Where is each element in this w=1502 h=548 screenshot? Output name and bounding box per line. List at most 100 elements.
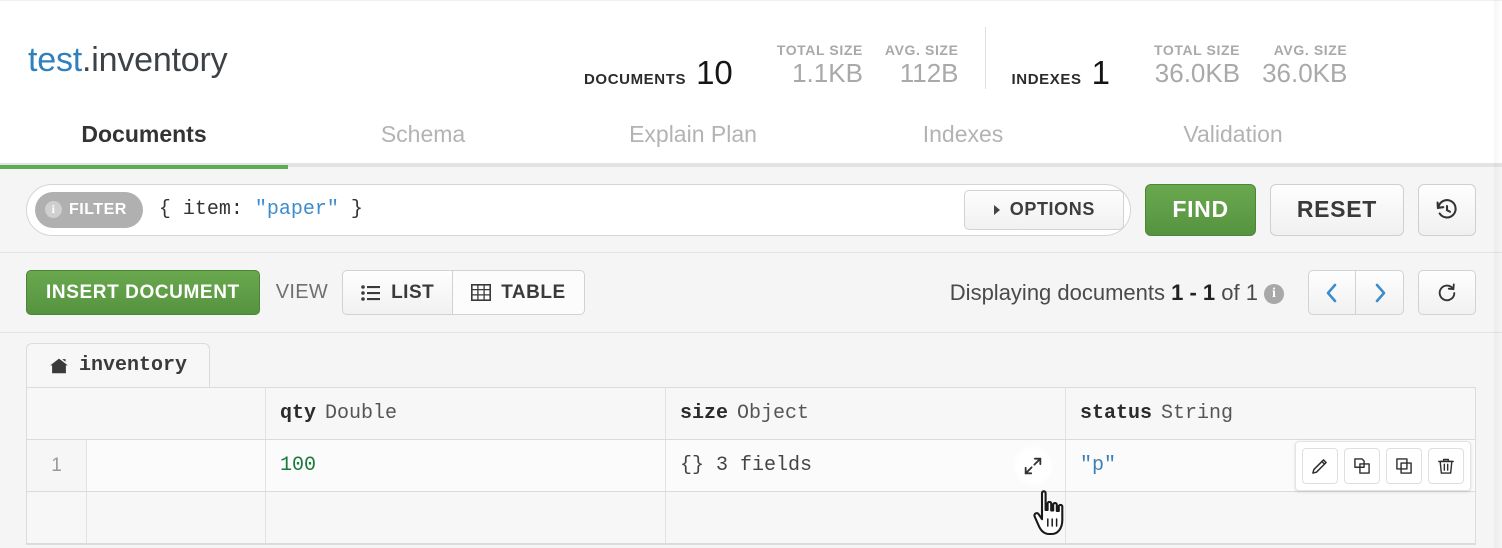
grid-header-qty-type: Double xyxy=(325,402,397,425)
info-icon: i xyxy=(45,201,62,218)
delete-document-button[interactable] xyxy=(1428,448,1464,484)
tab-documents[interactable]: Documents xyxy=(0,103,288,165)
grid-header-status-type: String xyxy=(1161,402,1233,425)
insert-document-label: INSERT DOCUMENT xyxy=(46,282,240,304)
collection-tab-label: inventory xyxy=(79,354,187,377)
grid-header-qty-name: qty xyxy=(280,402,316,425)
documents-total-size-label: TOTAL SIZE xyxy=(777,41,863,59)
empty-row-index xyxy=(27,492,87,543)
indexes-total-size: TOTAL SIZE 36.0KB xyxy=(1154,41,1240,89)
clone-icon xyxy=(1352,456,1372,476)
stats-divider xyxy=(985,27,986,89)
reset-button[interactable]: RESET xyxy=(1270,184,1404,236)
tab-schema[interactable]: Schema xyxy=(288,103,558,165)
expand-document-button[interactable] xyxy=(1013,446,1053,486)
history-icon xyxy=(1434,197,1460,223)
indexes-avg-size: AVG. SIZE 36.0KB xyxy=(1262,41,1347,89)
grid-header-blank xyxy=(27,388,266,439)
document-table-area: inventory qty Double sizeObject status Str… xyxy=(0,333,1502,545)
database-name: test xyxy=(28,41,82,79)
filter-input[interactable]: { item: "paper" } xyxy=(159,198,965,221)
collection-header: test.inventory DOCUMENTS 10 TOTAL SIZE 1… xyxy=(0,0,1502,105)
view-list-button[interactable]: LIST xyxy=(342,270,453,315)
chevron-left-icon xyxy=(1324,281,1340,305)
documents-info-icon[interactable]: i xyxy=(1264,284,1284,304)
tab-validation[interactable]: Validation xyxy=(1098,103,1368,165)
filter-input-container[interactable]: i FILTER { item: "paper" } OPTIONS xyxy=(26,184,1131,236)
indexes-count: INDEXES 1 xyxy=(1012,56,1110,89)
grid-header-row: qty Double sizeObject status String xyxy=(27,388,1475,440)
row-cell-qty-value: 100 xyxy=(280,454,316,477)
grid-header-size[interactable]: sizeObject xyxy=(666,388,1066,439)
list-icon xyxy=(361,285,381,301)
previous-page-button[interactable] xyxy=(1308,270,1356,315)
namespace-title: test.inventory xyxy=(28,41,227,80)
query-history-button[interactable] xyxy=(1418,184,1476,236)
empty-row-cell-3 xyxy=(666,492,1066,543)
row-cell-qty[interactable]: 100 xyxy=(266,440,666,491)
home-icon xyxy=(49,357,69,375)
grid-header-qty[interactable]: qty Double xyxy=(266,388,666,439)
indexes-avg-size-label: AVG. SIZE xyxy=(1262,41,1347,59)
table-row[interactable]: 1 100 {} 3 fields "p" xyxy=(27,440,1475,492)
documents-avg-size: AVG. SIZE 112B xyxy=(885,41,959,89)
row-cell-size[interactable]: {} 3 fields xyxy=(666,440,1066,491)
documents-avg-size-value: 112B xyxy=(885,59,959,89)
documents-toolbar: INSERT DOCUMENT VIEW LIST xyxy=(0,253,1502,333)
view-switcher: LIST TABLE xyxy=(342,270,585,315)
empty-row-cell-4 xyxy=(1066,492,1469,543)
empty-row-cell-1 xyxy=(87,492,266,543)
grid-header-status-name: status xyxy=(1080,402,1152,425)
row-cell-size-value: {} 3 fields xyxy=(680,454,812,477)
tab-explain-plan[interactable]: Explain Plan xyxy=(558,103,828,165)
collection-stats: DOCUMENTS 10 TOTAL SIZE 1.1KB AVG. SIZE … xyxy=(584,27,1347,89)
clone-document-button[interactable] xyxy=(1344,448,1380,484)
options-button[interactable]: OPTIONS xyxy=(964,190,1124,230)
view-list-label: LIST xyxy=(391,282,434,304)
reset-label: RESET xyxy=(1297,196,1377,223)
documents-avg-size-label: AVG. SIZE xyxy=(885,41,959,59)
tab-explain-plan-label: Explain Plan xyxy=(629,121,757,148)
collection-tabs: Documents Schema Explain Plan Indexes Va… xyxy=(0,105,1502,167)
filter-badge-label: FILTER xyxy=(69,201,127,219)
view-table-label: TABLE xyxy=(501,282,565,304)
row-cell-status-value: "p" xyxy=(1080,454,1116,477)
view-table-button[interactable]: TABLE xyxy=(453,270,584,315)
filter-value-string: "paper" xyxy=(255,198,339,221)
pagination-area: Displaying documents 1 - 1 of 1i xyxy=(950,270,1476,315)
documents-count: DOCUMENTS 10 xyxy=(584,56,733,89)
collection-tab-inventory[interactable]: inventory xyxy=(26,343,210,387)
filter-value-open: { item: xyxy=(159,198,255,221)
grid-header-size-type: Object xyxy=(737,402,809,425)
pager xyxy=(1308,270,1404,315)
edit-icon xyxy=(1310,456,1330,476)
edit-document-button[interactable] xyxy=(1302,448,1338,484)
refresh-icon xyxy=(1436,282,1458,304)
documents-label: DOCUMENTS xyxy=(584,71,686,88)
row-index: 1 xyxy=(27,440,87,491)
row-cell-blank[interactable] xyxy=(87,440,266,491)
displaying-total: 1 xyxy=(1246,280,1258,305)
refresh-documents-button[interactable] xyxy=(1418,270,1476,315)
find-button[interactable]: FIND xyxy=(1145,184,1255,236)
indexes-total-size-label: TOTAL SIZE xyxy=(1154,41,1240,59)
tab-indexes-label: Indexes xyxy=(923,121,1004,148)
collection-name: inventory xyxy=(91,41,227,79)
expand-arrows-icon xyxy=(1022,455,1044,477)
empty-row-cell-2 xyxy=(266,492,666,543)
filter-badge[interactable]: i FILTER xyxy=(35,192,143,228)
displaying-middle: of xyxy=(1215,280,1246,305)
documents-grid: qty Double sizeObject status String 1 100 … xyxy=(26,387,1476,545)
tab-indexes[interactable]: Indexes xyxy=(828,103,1098,165)
filter-value-close: } xyxy=(339,198,363,221)
tab-schema-label: Schema xyxy=(381,121,465,148)
tab-validation-label: Validation xyxy=(1183,121,1282,148)
table-icon xyxy=(471,284,491,301)
grid-header-status[interactable]: status String xyxy=(1066,388,1469,439)
next-page-button[interactable] xyxy=(1356,270,1404,315)
insert-document-button[interactable]: INSERT DOCUMENT xyxy=(26,270,260,315)
displaying-prefix: Displaying documents xyxy=(950,280,1171,305)
copy-document-button[interactable] xyxy=(1386,448,1422,484)
caret-right-icon xyxy=(994,205,1000,215)
mongodb-compass-window: test.inventory DOCUMENTS 10 TOTAL SIZE 1… xyxy=(0,0,1502,548)
